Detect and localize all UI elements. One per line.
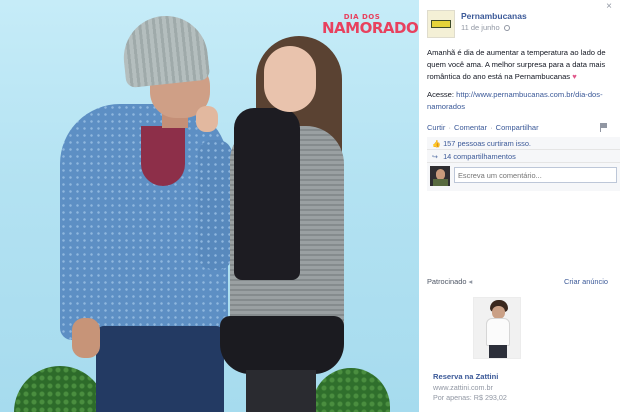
woman-hand — [196, 106, 218, 132]
woman-legs — [246, 370, 316, 412]
post-message: Amanhã é dia de aumentar a temperatura a… — [427, 47, 617, 83]
ad-model-shirt — [486, 318, 510, 346]
separator: · — [490, 123, 493, 132]
likes-count[interactable]: 157 — [443, 139, 455, 148]
post-timestamp[interactable]: 11 de junho — [461, 23, 510, 32]
ufi-box: 👍 157 pessoas curtiram isso. ↪ 14 compar… — [427, 137, 620, 191]
woman-skirt — [220, 316, 344, 374]
create-ad-link[interactable]: Criar anúncio — [564, 277, 608, 286]
link-label: Acesse: — [427, 90, 455, 99]
post-photo[interactable]: DIA DOS NAMORADOS — [0, 0, 419, 412]
shares-row[interactable]: ↪ 14 compartilhamentos — [427, 150, 620, 163]
ad-model-pants — [489, 345, 507, 358]
post-actions: Curtir · Comentar · Compartilhar — [427, 123, 617, 132]
page-logo-icon — [431, 20, 451, 28]
shares-text[interactable]: 14 compartilhamentos — [443, 152, 516, 161]
comment-row — [427, 163, 620, 191]
page-avatar[interactable] — [427, 10, 455, 38]
man-hand — [72, 318, 100, 358]
share-link[interactable]: Compartilhar — [496, 123, 539, 132]
heart-icon: ♥ — [572, 72, 577, 81]
man-tshirt — [141, 126, 185, 186]
bush-left — [14, 366, 106, 412]
campaign-logo: DIA DOS NAMORADOS — [322, 14, 419, 37]
avatar-body — [433, 179, 448, 186]
page-name-link[interactable]: Pernambucanas — [461, 11, 527, 21]
likes-row[interactable]: 👍 157 pessoas curtiram isso. — [427, 137, 620, 150]
photo-viewer: DIA DOS NAMORADOS × Pernambucanas 11 de … — [0, 0, 620, 412]
man-arm — [198, 140, 232, 270]
flag-icon[interactable] — [600, 123, 608, 132]
ad-choices-icon[interactable]: ◂ — [468, 277, 472, 286]
sponsored-text: Patrocinado — [427, 277, 467, 286]
ad-price: Por apenas: R$ 293,02 — [433, 393, 507, 402]
globe-icon — [503, 25, 510, 31]
timestamp-text: 11 de junho — [461, 23, 500, 32]
man-beanie — [119, 11, 211, 89]
separator: · — [448, 123, 451, 132]
campaign-logo-big: NAMORADOS — [322, 19, 419, 37]
likes-text: pessoas curtiram isso. — [457, 139, 531, 148]
close-icon[interactable]: × — [604, 2, 614, 12]
viewer-avatar — [430, 166, 450, 186]
post-link-line: Acesse: http://www.pernambucanas.com.br/… — [427, 89, 617, 113]
man-jeans — [96, 326, 224, 412]
post-link[interactable]: http://www.pernambucanas.com.br/dia-dos-… — [427, 90, 603, 111]
post-sidebar: × Pernambucanas 11 de junho Amanhã é dia… — [419, 0, 620, 412]
ad-title-link[interactable]: Reserva na Zattini — [433, 372, 498, 381]
woman-scarf — [234, 108, 300, 280]
comment-input[interactable] — [454, 167, 617, 183]
ad-image[interactable] — [473, 297, 521, 359]
woman-face — [264, 46, 316, 112]
ad-url: www.zattini.com.br — [433, 383, 493, 392]
bush-right — [312, 368, 390, 412]
post-message-text: Amanhã é dia de aumentar a temperatura a… — [427, 48, 606, 81]
sponsored-label: Patrocinado ◂ — [427, 277, 472, 286]
comment-link[interactable]: Comentar — [454, 123, 487, 132]
like-link[interactable]: Curtir — [427, 123, 445, 132]
